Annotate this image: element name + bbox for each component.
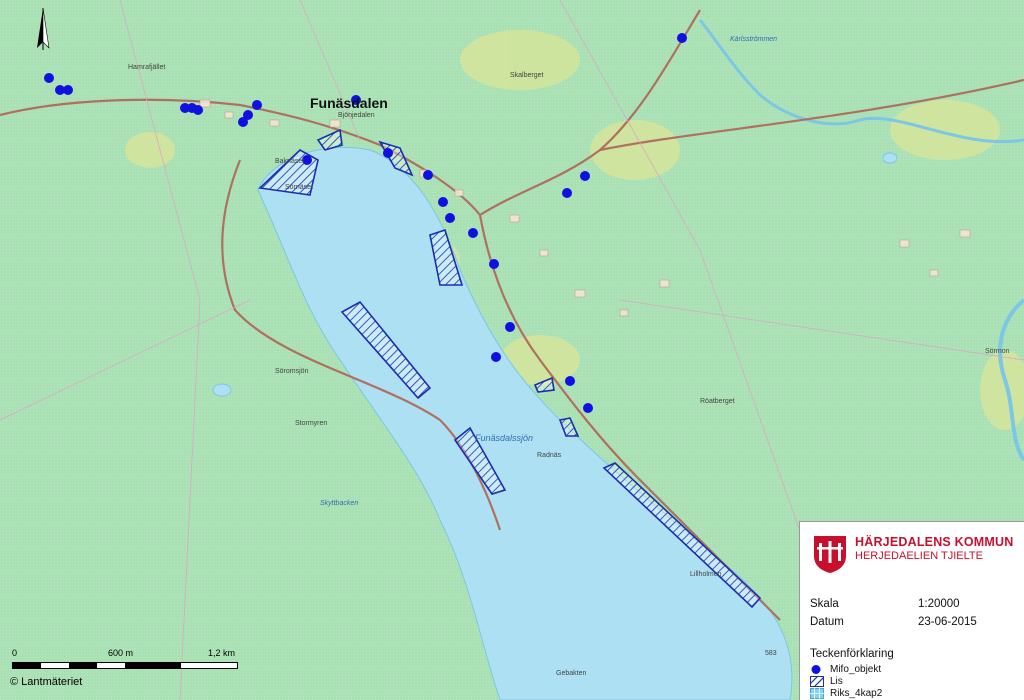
mifo-marker bbox=[565, 376, 575, 386]
scale-bar: 0 600 m 1,2 km bbox=[12, 648, 252, 678]
mifo-marker bbox=[562, 188, 572, 198]
place-label: Stormyren bbox=[295, 420, 328, 427]
blue-dot-icon bbox=[811, 665, 821, 674]
organization-name-alt: HERJEDAELIEN TJIELTE bbox=[855, 550, 983, 562]
place-label: Baknäset bbox=[275, 158, 305, 165]
organization-name: HÄRJEDALENS KOMMUN bbox=[855, 535, 1014, 549]
legend-label: Mifo_objekt bbox=[830, 664, 882, 675]
legend-label: Lis bbox=[830, 676, 843, 687]
scale-start-label: 0 bbox=[12, 648, 18, 658]
map-view[interactable]: Funäsdalen Hamrafjället Bjönjedalen Kärl… bbox=[0, 0, 1024, 700]
lake-label: Funäsdalssjön bbox=[475, 433, 534, 443]
mifo-marker bbox=[438, 197, 448, 207]
mifo-marker bbox=[44, 73, 54, 83]
mifo-marker bbox=[580, 171, 590, 181]
place-label: Gebakten bbox=[556, 670, 587, 677]
scale-value: 1:20000 bbox=[918, 598, 960, 610]
place-label: Bjönjedalen bbox=[338, 112, 375, 119]
hatched-polygon-icon bbox=[810, 676, 824, 687]
mifo-marker bbox=[252, 100, 262, 110]
cyan-grid-icon bbox=[810, 688, 824, 699]
scale-end-label: 1,2 km bbox=[208, 648, 236, 658]
legend-title: Teckenförklaring bbox=[810, 648, 894, 660]
place-label: Röatberget bbox=[700, 398, 735, 405]
municipality-logo-icon bbox=[814, 536, 846, 573]
pond bbox=[212, 383, 232, 397]
mifo-marker bbox=[491, 352, 501, 362]
mifo-marker bbox=[63, 85, 73, 95]
mifo-marker bbox=[468, 228, 478, 238]
info-panel: HÄRJEDALENS KOMMUN HERJEDAELIEN TJIELTE … bbox=[799, 521, 1024, 700]
place-label: Skalberget bbox=[510, 72, 544, 79]
mifo-marker bbox=[677, 33, 687, 43]
place-label: Sörnäset bbox=[285, 184, 314, 191]
scale-label: Skala bbox=[810, 598, 839, 610]
place-label: Skyttbacken bbox=[320, 500, 359, 507]
place-label: Lillholmen bbox=[690, 571, 722, 578]
mifo-marker bbox=[445, 213, 455, 223]
elevation-label: 583 bbox=[765, 650, 777, 657]
pond bbox=[882, 152, 898, 164]
place-label: Hamrafjället bbox=[128, 64, 166, 71]
mifo-marker bbox=[423, 170, 433, 180]
mifo-marker bbox=[489, 259, 499, 269]
mifo-marker bbox=[238, 117, 248, 127]
place-label: Sörmon bbox=[985, 348, 1010, 355]
place-label: Kärlsströmmen bbox=[730, 36, 778, 43]
place-label: Funäsdalen bbox=[310, 95, 388, 111]
place-label: Söromsjön bbox=[275, 368, 309, 375]
mifo-marker bbox=[383, 148, 393, 158]
date-value: 23-06-2015 bbox=[918, 616, 977, 628]
copyright-text: © Lantmäteriet bbox=[10, 676, 83, 688]
mifo-marker bbox=[193, 105, 203, 115]
legend-label: Riks_4kap2 bbox=[830, 688, 883, 699]
mifo-marker bbox=[505, 322, 515, 332]
mifo-marker bbox=[583, 403, 593, 413]
date-label: Datum bbox=[810, 616, 844, 628]
place-label: Radnäs bbox=[537, 452, 562, 459]
scale-mid-label: 600 m bbox=[108, 648, 134, 658]
scale-bar-graphic bbox=[12, 662, 238, 669]
